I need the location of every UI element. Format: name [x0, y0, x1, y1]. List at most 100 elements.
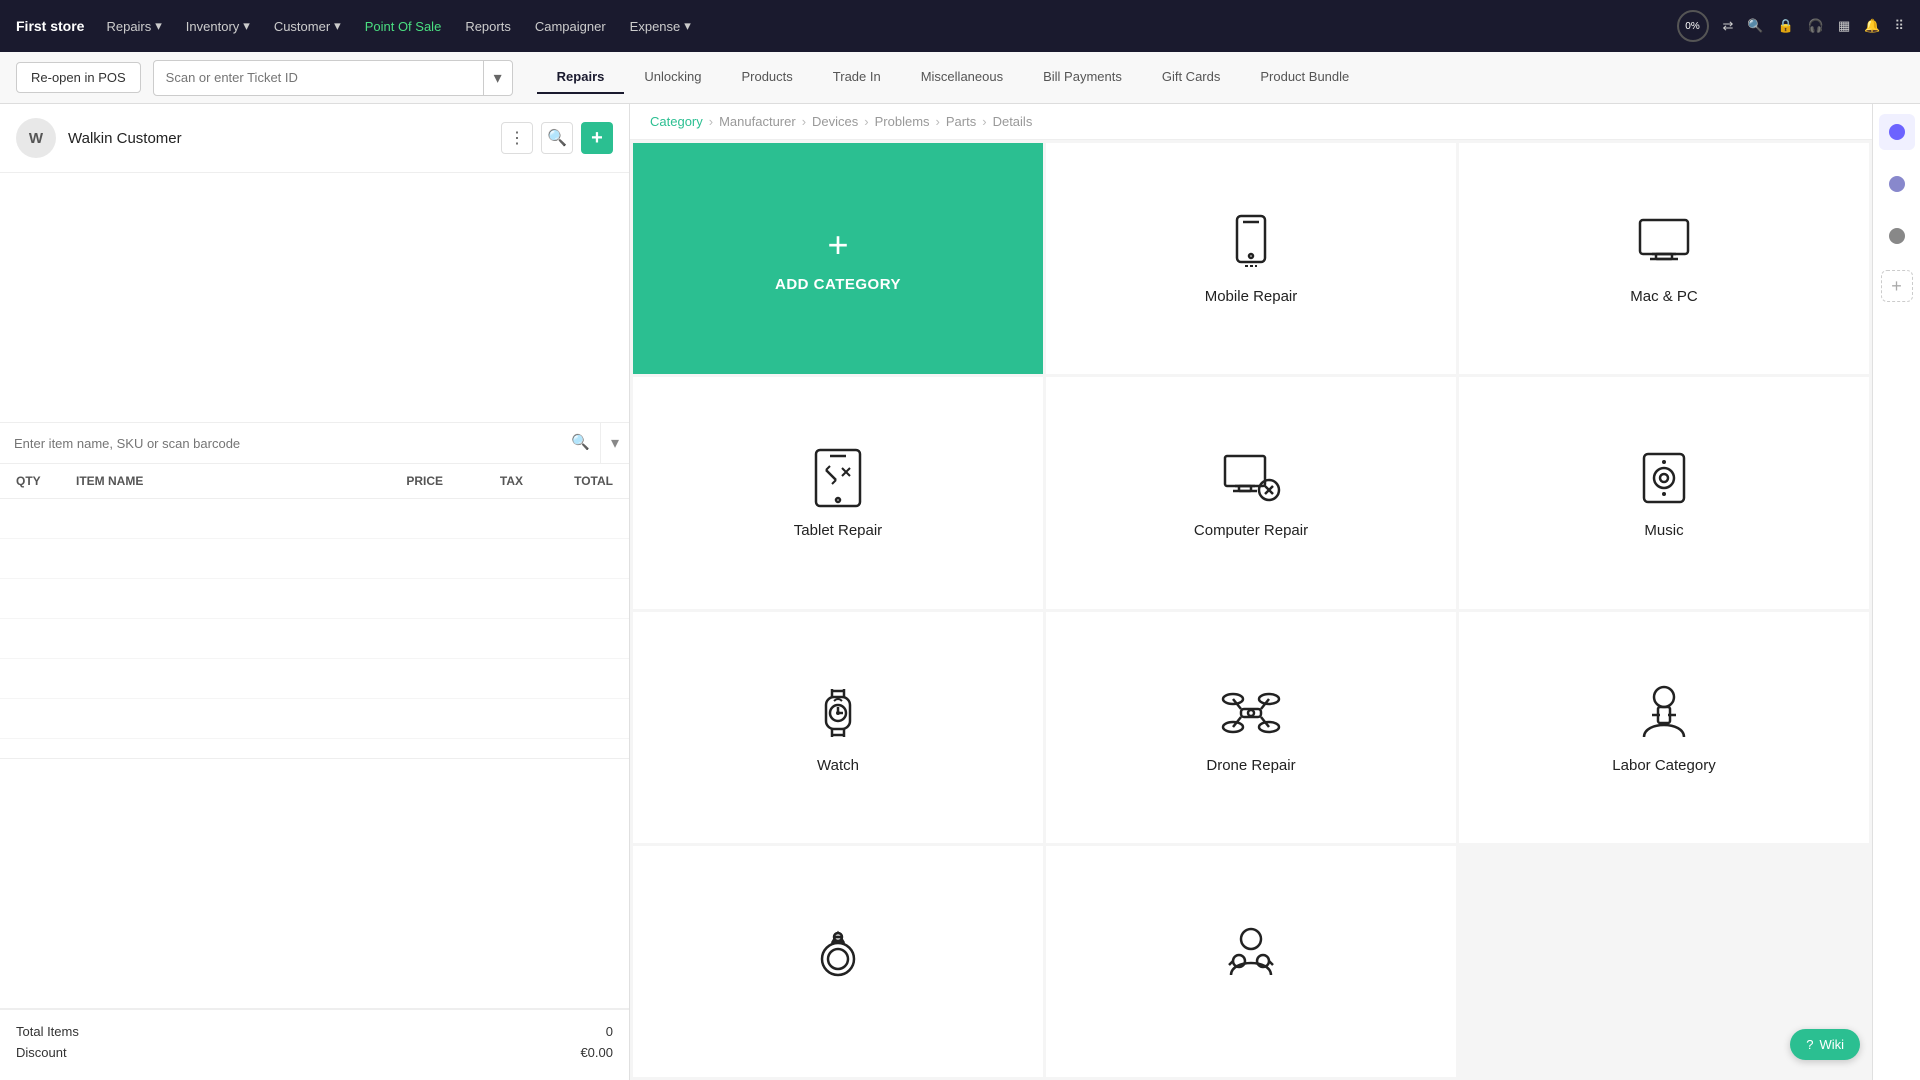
brand-name[interactable]: First store: [16, 18, 84, 34]
pos-tabs: Repairs Unlocking Products Trade In Misc…: [537, 61, 1370, 94]
customer-search-button[interactable]: 🔍: [541, 122, 573, 154]
watch-label: Watch: [817, 757, 859, 774]
tab-products[interactable]: Products: [721, 61, 812, 94]
ticket-input-dropdown[interactable]: ▾: [483, 61, 512, 95]
customer-add-button[interactable]: +: [581, 122, 613, 154]
empty-row: [0, 499, 629, 539]
watch-card[interactable]: Watch: [633, 612, 1043, 843]
nav-inventory[interactable]: Inventory ▾: [176, 12, 260, 40]
music-label: Music: [1644, 522, 1683, 539]
item-search-wrap: 🔍 ▾: [0, 422, 629, 464]
discount-value: €0.00: [580, 1045, 613, 1060]
tab-repairs[interactable]: Repairs: [537, 61, 625, 94]
breadcrumb-sep-1: ›: [709, 114, 713, 129]
empty-row: [0, 699, 629, 739]
second-navigation: Re-open in POS ▾ Repairs Unlocking Produ…: [0, 52, 1920, 104]
tab-gift-cards[interactable]: Gift Cards: [1142, 61, 1241, 94]
tab-bill-payments[interactable]: Bill Payments: [1023, 61, 1142, 94]
customer-empty-area: [0, 173, 629, 422]
total-items-row: Total Items 0: [16, 1024, 613, 1039]
item-search-input[interactable]: [0, 423, 561, 463]
tab-miscellaneous[interactable]: Miscellaneous: [901, 61, 1023, 94]
reopen-pos-button[interactable]: Re-open in POS: [16, 62, 141, 93]
sidebar-app-icon-1[interactable]: [1879, 114, 1915, 150]
add-category-label: ADD CATEGORY: [775, 276, 901, 293]
ticket-input-wrap: ▾: [153, 60, 513, 96]
labor-category-label: Labor Category: [1612, 757, 1715, 774]
tab-product-bundle[interactable]: Product Bundle: [1240, 61, 1369, 94]
mobile-repair-label: Mobile Repair: [1205, 288, 1298, 305]
breadcrumb-sep-2: ›: [802, 114, 806, 129]
sidebar-app-icon-2[interactable]: [1879, 166, 1915, 202]
bell-icon[interactable]: 🔔: [1864, 18, 1880, 34]
computer-repair-label: Computer Repair: [1194, 522, 1308, 539]
items-empty-rows: [0, 499, 629, 759]
breadcrumb-sep-4: ›: [936, 114, 940, 129]
empty-row: [0, 539, 629, 579]
nav-campaigner[interactable]: Campaigner: [525, 13, 616, 40]
col-header-total: TOTAL: [523, 474, 613, 488]
discount-row: Discount €0.00: [16, 1045, 613, 1060]
nav-right-icons: 0% ⇄ 🔍 🔒 🎧 ▦ 🔔 ⠿: [1677, 10, 1904, 42]
empty-row: [0, 659, 629, 699]
breadcrumb-devices: Devices: [812, 114, 858, 129]
wiki-icon: ?: [1806, 1037, 1813, 1052]
breadcrumb-category[interactable]: Category: [650, 114, 703, 129]
support-icon: [1219, 923, 1283, 987]
customer-options-button[interactable]: ⋮: [501, 122, 533, 154]
tablet-repair-label: Tablet Repair: [794, 522, 882, 539]
customer-bar: W Walkin Customer ⋮ 🔍 +: [0, 104, 629, 173]
drone-icon: [1219, 681, 1283, 745]
col-header-name: ITEM NAME: [76, 474, 353, 488]
ring-icon: [806, 923, 870, 987]
nav-pos[interactable]: Point Of Sale: [355, 13, 452, 40]
mobile-repair-card[interactable]: Mobile Repair: [1046, 143, 1456, 374]
drone-repair-card[interactable]: Drone Repair: [1046, 612, 1456, 843]
lock-icon[interactable]: 🔒: [1778, 18, 1794, 34]
nav-repairs[interactable]: Repairs ▾: [96, 12, 171, 40]
labor-category-card[interactable]: Labor Category: [1459, 612, 1869, 843]
tab-trade-in[interactable]: Trade In: [813, 61, 901, 94]
table-header: QTY ITEM NAME PRICE TAX TOTAL: [0, 464, 629, 499]
drone-repair-label: Drone Repair: [1206, 757, 1295, 774]
item-filter-dropdown[interactable]: ▾: [600, 423, 629, 463]
items-table: QTY ITEM NAME PRICE TAX TOTAL: [0, 464, 629, 759]
nav-customer[interactable]: Customer ▾: [264, 12, 351, 40]
music-card[interactable]: Music: [1459, 377, 1869, 608]
tablet-repair-card[interactable]: Tablet Repair: [633, 377, 1043, 608]
wiki-button[interactable]: ? Wiki: [1790, 1029, 1860, 1060]
total-section: Total Items 0 Discount €0.00: [0, 1009, 629, 1080]
tablet-repair-icon: [806, 446, 870, 510]
nav-reports[interactable]: Reports: [455, 13, 521, 40]
top-navigation: First store Repairs ▾ Inventory ▾ Custom…: [0, 0, 1920, 52]
pos-terminal-icon[interactable]: ▦: [1838, 18, 1850, 34]
headset-icon[interactable]: 🎧: [1808, 18, 1824, 34]
sidebar-app-icon-3[interactable]: [1879, 218, 1915, 254]
grid-icon[interactable]: ⠿: [1894, 18, 1904, 34]
mobile-repair-icon: [1219, 212, 1283, 276]
add-category-card[interactable]: + ADD CATEGORY: [633, 143, 1043, 374]
mac-pc-card[interactable]: Mac & PC: [1459, 143, 1869, 374]
ring-card[interactable]: [633, 846, 1043, 1077]
customer-name: Walkin Customer: [68, 130, 182, 147]
col-header-tax: TAX: [443, 474, 523, 488]
right-panel: Category › Manufacturer › Devices › Prob…: [630, 104, 1872, 1080]
support-card[interactable]: [1046, 846, 1456, 1077]
mac-pc-label: Mac & PC: [1630, 288, 1698, 305]
tab-unlocking[interactable]: Unlocking: [624, 61, 721, 94]
nav-expense[interactable]: Expense ▾: [620, 12, 701, 40]
total-items-label: Total Items: [16, 1024, 79, 1039]
empty-row: [0, 579, 629, 619]
breadcrumb-details: Details: [993, 114, 1033, 129]
computer-repair-card[interactable]: Computer Repair: [1046, 377, 1456, 608]
search-icon[interactable]: 🔍: [1747, 18, 1763, 34]
progress-circle: 0%: [1677, 10, 1709, 42]
customer-actions: ⋮ 🔍 +: [501, 122, 613, 154]
sidebar-add-button[interactable]: +: [1881, 270, 1913, 302]
breadcrumb: Category › Manufacturer › Devices › Prob…: [630, 104, 1872, 140]
search-icon: 🔍: [561, 423, 600, 463]
watch-icon: [806, 681, 870, 745]
sync-icon[interactable]: ⇄: [1723, 18, 1734, 34]
ticket-input[interactable]: [154, 70, 483, 85]
total-items-value: 0: [606, 1024, 613, 1039]
